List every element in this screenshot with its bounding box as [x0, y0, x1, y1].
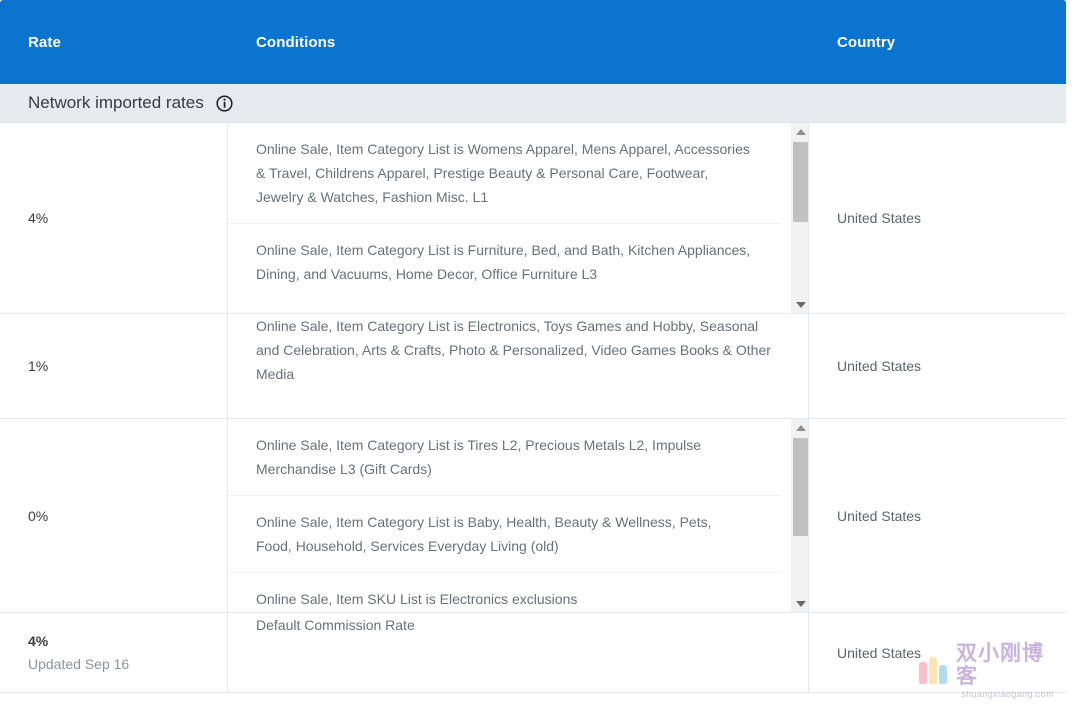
column-header-conditions[interactable]: Conditions: [228, 0, 809, 84]
column-header-rate-label: Rate: [28, 33, 61, 51]
cell-country: United States: [809, 123, 1066, 313]
conditions-pane: Online Sale, Item Category List is Elect…: [228, 314, 808, 418]
cell-rate: 4%: [0, 123, 228, 313]
cell-country: United States: [809, 419, 1066, 612]
rate-updated-label: Updated Sep 16: [28, 655, 130, 672]
rate-value: 0%: [28, 507, 49, 524]
condition-item: Online Sale, Item SKU List is Electronic…: [256, 591, 578, 607]
conditions-pane: Default Commission Rate: [228, 613, 808, 692]
country-value: United States: [837, 644, 922, 661]
commission-rates-table: Rate Conditions Country Network imported…: [0, 0, 1066, 704]
table-row: 0% Online Sale, Item Category List is Tir…: [0, 419, 1066, 613]
column-header-country-label: Country: [837, 33, 896, 51]
cell-country: United States: [809, 613, 1066, 692]
conditions-list: Default Commission Rate: [228, 613, 808, 637]
scroll-down-arrow-icon[interactable]: [792, 595, 808, 612]
conditions-scrollbar[interactable]: [791, 419, 808, 612]
condition-item: Online Sale, Item Category List is Baby,…: [228, 496, 779, 573]
cell-rate: 0%: [0, 419, 228, 612]
country-value: United States: [837, 210, 922, 226]
cell-country: United States: [809, 314, 1066, 418]
table-row: 4% Updated Sep 16 Default Commission Rate U…: [0, 613, 1066, 693]
scrollbar-thumb[interactable]: [793, 142, 808, 222]
cell-rate: 1%: [0, 314, 228, 418]
conditions-list: Online Sale, Item Category List is Elect…: [228, 314, 808, 386]
rate-value: 1%: [28, 358, 49, 374]
country-value: United States: [837, 358, 922, 374]
table-row: 4% Online Sale, Item Category List is Wom…: [0, 123, 1066, 314]
conditions-list: Online Sale, Item Category List is Tires…: [228, 419, 779, 612]
cell-conditions: Online Sale, Item Category List is Elect…: [228, 314, 809, 418]
table-header-row: Rate Conditions Country: [0, 0, 1066, 84]
conditions-scroll-pane[interactable]: Online Sale, Item Category List is Women…: [228, 123, 808, 313]
conditions-list: Online Sale, Item Category List is Women…: [228, 123, 779, 300]
cell-conditions: Online Sale, Item Category List is Tires…: [228, 419, 809, 612]
country-value: United States: [837, 507, 922, 524]
condition-item: Online Sale, Item Category List is Tires…: [228, 419, 779, 496]
conditions-scroll-pane[interactable]: Online Sale, Item Category List is Tires…: [228, 419, 808, 612]
scroll-up-arrow-icon[interactable]: [792, 419, 808, 436]
column-header-conditions-label: Conditions: [256, 33, 336, 51]
scrollbar-thumb[interactable]: [793, 438, 808, 536]
scroll-down-arrow-icon[interactable]: [792, 296, 808, 313]
group-header-network-imported-rates: Network imported rates: [0, 84, 1066, 123]
condition-item: Online Sale, Item Category List is Furni…: [256, 242, 751, 282]
condition-item: Online Sale, Item Category List is Women…: [228, 123, 779, 224]
condition-item: Online Sale, Item Category List is Elect…: [256, 318, 771, 382]
rate-value: 4%: [28, 632, 49, 649]
table-body: 4% Online Sale, Item Category List is Wom…: [0, 123, 1066, 693]
cell-rate: 4% Updated Sep 16: [0, 613, 228, 692]
cell-conditions: Default Commission Rate: [228, 613, 809, 692]
table-row: 1% Online Sale, Item Category List is Ele…: [0, 314, 1066, 419]
condition-item: Default Commission Rate: [256, 617, 415, 633]
conditions-scrollbar[interactable]: [791, 123, 808, 313]
cell-conditions: Online Sale, Item Category List is Women…: [228, 123, 809, 313]
info-circle-icon[interactable]: [216, 94, 233, 112]
column-header-country[interactable]: Country: [809, 0, 1066, 84]
group-header-label: Network imported rates: [28, 93, 204, 112]
column-header-rate[interactable]: Rate: [0, 0, 228, 84]
rate-value: 4%: [28, 210, 49, 226]
scroll-up-arrow-icon[interactable]: [792, 123, 808, 140]
